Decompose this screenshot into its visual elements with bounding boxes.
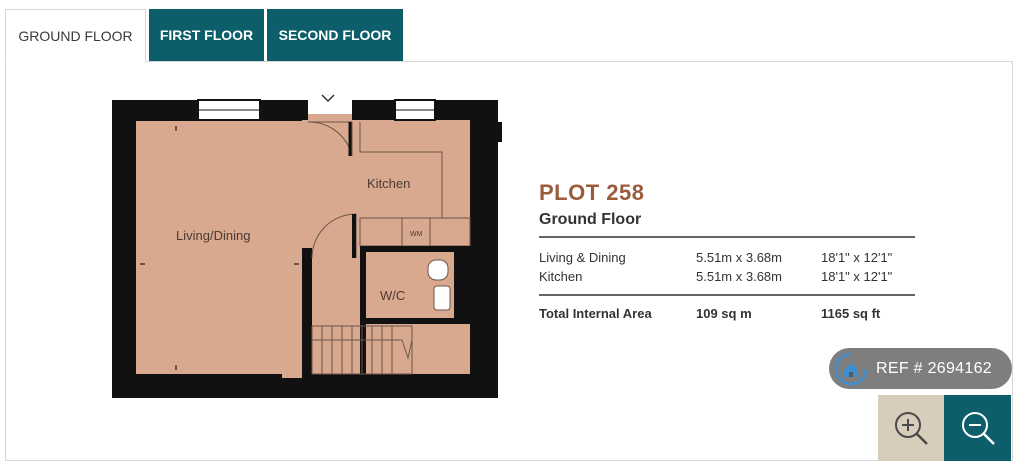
table-row: Kitchen 5.51m x 3.68m 18'1" x 12'1": [539, 267, 915, 286]
tab-second-floor[interactable]: SECOND FLOOR: [267, 9, 403, 61]
plot-info: PLOT 258 Ground Floor Living & Dining 5.…: [539, 180, 915, 321]
zoom-in-icon: [895, 412, 928, 445]
zoom-out-icon: [961, 412, 995, 445]
floor-title: Ground Floor: [539, 211, 642, 228]
ref-text: REF # 2694162: [876, 359, 992, 377]
floor-plan: Living/Dining Kitchen W/C WM: [112, 94, 502, 398]
home-logo-icon: [833, 351, 869, 387]
room-imperial: 18'1" x 12'1": [821, 269, 893, 284]
table-row: Living & Dining 5.51m x 3.68m 18'1" x 12…: [539, 248, 915, 267]
room-name: Living & Dining: [539, 250, 626, 265]
floor-tabs: GROUND FLOOR FIRST FLOOR SECOND FLOOR: [5, 9, 403, 62]
room-label-wc: W/C: [380, 288, 405, 303]
room-metric: 5.51m x 3.68m: [696, 269, 782, 284]
room-dimensions: Living & Dining 5.51m x 3.68m 18'1" x 12…: [539, 238, 915, 294]
zoom-out-button[interactable]: [944, 395, 1011, 461]
room-metric: 5.51m x 3.68m: [696, 250, 782, 265]
plot-title: PLOT 258: [539, 180, 645, 205]
tab-first-floor[interactable]: FIRST FLOOR: [149, 9, 264, 61]
zoom-in-button[interactable]: [878, 395, 944, 461]
total-area-row: Total Internal Area 109 sq m 1165 sq ft: [539, 296, 915, 321]
room-imperial: 18'1" x 12'1": [821, 250, 893, 265]
total-metric: 109 sq m: [696, 306, 752, 321]
total-label: Total Internal Area: [539, 306, 652, 321]
total-imperial: 1165 sq ft: [821, 306, 881, 321]
room-label-wm: WM: [410, 231, 423, 238]
room-label-living: Living/Dining: [176, 228, 250, 243]
tab-ground-floor[interactable]: GROUND FLOOR: [5, 9, 146, 62]
room-label-kitchen: Kitchen: [367, 176, 410, 191]
room-name: Kitchen: [539, 269, 583, 284]
ref-badge: REF # 2694162: [829, 348, 1012, 389]
